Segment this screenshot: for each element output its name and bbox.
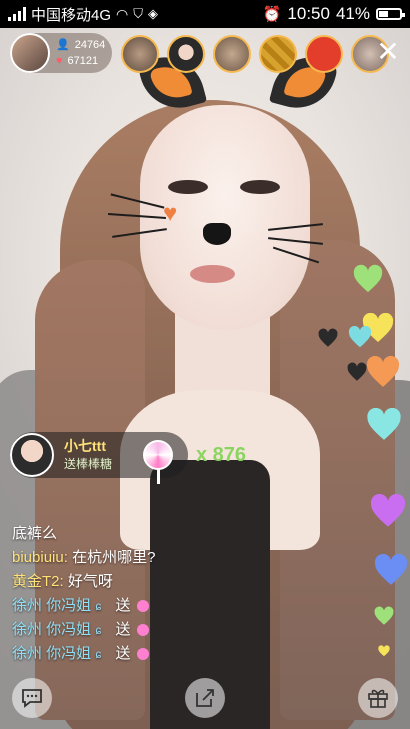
chat-line: 黄金T2: 好气呀 (12, 570, 272, 594)
cherry-icon: ɕ (95, 599, 102, 613)
gift-sender-avatar[interactable] (10, 433, 54, 477)
carrier-label: 中国移动4G (31, 6, 112, 24)
video-lips (190, 265, 235, 283)
cat-nose-sticker (203, 223, 231, 245)
floating-heart-icon (370, 493, 406, 528)
chat-text: 送 (115, 597, 131, 614)
gift-button[interactable] (358, 678, 398, 718)
chat-text: 好气呀 (67, 573, 113, 590)
floating-heart-icon (378, 644, 390, 657)
floating-heart-icon (348, 325, 372, 348)
video-eye (240, 180, 280, 194)
chat-username[interactable]: 徐州 你冯姐 (12, 597, 91, 614)
chat-text: 在杭州哪里? (72, 549, 156, 566)
cherry-icon: ɕ (95, 623, 102, 637)
notification-icon: ◈ (148, 6, 158, 21)
gift-sender-name: 小七ttt (64, 438, 106, 454)
viewer-avatar[interactable] (213, 35, 251, 73)
gift-combo-count: x 876 (196, 444, 247, 466)
red-envelope-avatar[interactable] (305, 35, 343, 73)
alarm-icon: ⏰ (262, 6, 282, 23)
chat-username[interactable]: 徐州 你冯姐 (12, 645, 91, 662)
heart-icon: ♥ (56, 55, 63, 67)
chat-text: 底裤么 (12, 525, 58, 542)
gift-action: 送棒棒糖 (64, 457, 113, 471)
chat-text: 送 (115, 621, 131, 638)
video-eye (168, 180, 208, 194)
candy-icon (136, 624, 149, 637)
close-icon[interactable]: ✕ (376, 38, 400, 66)
like-count: 67121 (67, 55, 99, 67)
chat-button[interactable] (12, 678, 52, 718)
viewer-icon: 👤 (56, 39, 70, 51)
candy-icon (136, 648, 149, 661)
lollipop-icon (143, 440, 173, 484)
floating-heart-icon (347, 362, 367, 382)
chat-username[interactable]: 黄金T2: (12, 573, 64, 590)
heart-cheek-sticker: ♥ (163, 200, 178, 227)
viewer-avatar[interactable] (121, 35, 159, 73)
share-icon (196, 689, 214, 707)
host-avatar[interactable] (10, 33, 50, 73)
floating-heart-icon (366, 407, 402, 441)
clock-time: 10:50 (287, 4, 330, 23)
floating-heart-icon (353, 264, 383, 294)
chat-line: biubiuiu: 在杭州哪里? (12, 546, 272, 570)
battery-percent: 41% (335, 4, 370, 23)
chat-username[interactable]: 徐州 你冯姐 (12, 621, 91, 638)
chat-line: 徐州 你冯姐 ɕ 送 (12, 642, 272, 666)
chat-line: 徐州 你冯姐 ɕ 送 (12, 618, 272, 642)
chat-bubble-icon (22, 689, 42, 708)
status-bar: 中国移动4G ◠ ⛉ ◈ ⏰ 10:50 41% (0, 0, 410, 28)
signal-icon (8, 7, 26, 21)
viewer-avatar[interactable] (167, 35, 205, 73)
floating-heart-icon (374, 606, 394, 626)
chat-username[interactable]: biubiuiu: (12, 549, 68, 566)
floating-heart-icon (318, 328, 338, 348)
gift-icon (368, 689, 388, 708)
floating-heart-icon (374, 553, 408, 586)
host-info[interactable]: 👤 24764 ♥ 67121 (10, 33, 112, 73)
viewer-avatar[interactable] (259, 35, 297, 73)
chat-line: 底裤么 (12, 522, 272, 546)
chat-text: 送 (115, 645, 131, 662)
chat-list: 底裤么 biubiuiu: 在杭州哪里? 黄金T2: 好气呀 徐州 你冯姐 ɕ … (12, 522, 272, 666)
shield-icon: ⛉ (133, 6, 143, 21)
floating-heart-icon (366, 355, 400, 388)
viewer-count: 24764 (74, 39, 106, 51)
candy-icon (136, 600, 149, 613)
wifi-icon: ◠ (116, 5, 129, 22)
battery-icon (376, 8, 405, 20)
viewer-avatar-list (121, 35, 389, 73)
share-button[interactable] (185, 678, 225, 718)
chat-line: 徐州 你冯姐 ɕ 送 (12, 594, 272, 618)
cherry-icon: ɕ (95, 647, 102, 661)
